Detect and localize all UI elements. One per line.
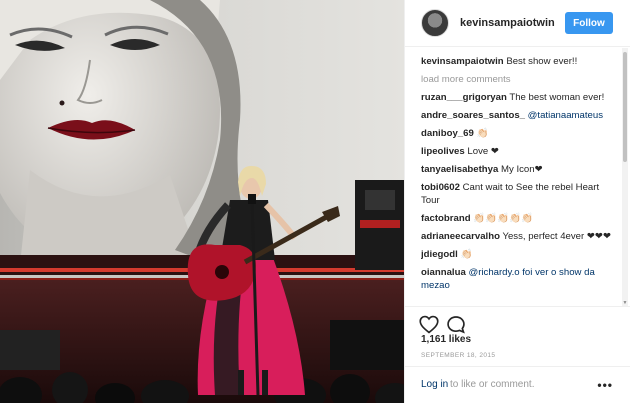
comment-item: ruzan___grigoryan The best woman ever! — [421, 91, 617, 104]
comment-text: 👏🏻👏🏻👏🏻👏🏻👏🏻 — [473, 213, 533, 224]
post-date: SEPTEMBER 18, 2015 — [421, 352, 496, 359]
comment-item: tanyaelisabethya My Icon❤ — [421, 163, 617, 176]
comment-item: factobrand 👏🏻👏🏻👏🏻👏🏻👏🏻 — [421, 212, 617, 225]
more-options-icon[interactable]: ••• — [597, 378, 613, 392]
comment-text: My Icon❤ — [501, 164, 543, 175]
comments-scrollbar[interactable] — [622, 48, 628, 306]
instagram-post: kevinsampaiotwin Follow kevinsampaiotwin… — [0, 0, 630, 403]
post-header: kevinsampaiotwin Follow — [405, 0, 630, 47]
avatar[interactable] — [421, 9, 449, 37]
comment-item: jdiegodl 👏🏻 — [421, 248, 617, 261]
comment-username[interactable]: lipeolives — [421, 146, 465, 157]
comments-list[interactable]: kevinsampaiotwin Best show ever!! load m… — [421, 55, 617, 302]
comment-username[interactable]: tanyaelisabethya — [421, 164, 498, 175]
heart-icon[interactable] — [419, 315, 441, 335]
load-more-comments-link[interactable]: load more comments — [421, 73, 617, 86]
login-link[interactable]: Log in — [421, 379, 448, 390]
comment-username[interactable]: oiannalua — [421, 267, 466, 278]
comment-username[interactable]: daniboy_69 — [421, 128, 474, 139]
concert-photo-illustration — [0, 0, 404, 403]
header-username[interactable]: kevinsampaiotwin — [460, 17, 555, 29]
comment-username[interactable]: adrianeecarvalho — [421, 231, 500, 242]
comment-item: tobi0602 Cant wait to See the rebel Hear… — [421, 181, 617, 207]
comment-text: Yess, perfect 4ever ❤❤❤ — [502, 231, 611, 242]
comment-text: Love ❤ — [467, 146, 499, 157]
post-actions: 1,161 likes SEPTEMBER 18, 2015 — [405, 306, 630, 364]
post-photo[interactable] — [0, 0, 404, 403]
login-prompt-text: to like or comment. — [450, 379, 535, 390]
comment-text[interactable]: @tatianaamateus — [528, 110, 603, 121]
comment-username[interactable]: andre_soares_santos_ — [421, 110, 525, 121]
speech-bubble-icon[interactable] — [446, 315, 468, 335]
comment-username[interactable]: jdiegodl — [421, 249, 458, 260]
likes-count[interactable]: 1,161 likes — [421, 334, 471, 345]
comment-username[interactable]: tobi0602 — [421, 182, 460, 193]
comment-text: The best woman ever! — [509, 92, 605, 103]
post-footer: Log in to like or comment. ••• — [405, 366, 630, 403]
comment-username[interactable]: ruzan___grigoryan — [421, 92, 507, 103]
post-sidebar: kevinsampaiotwin Follow kevinsampaiotwin… — [404, 0, 630, 403]
caption-username[interactable]: kevinsampaiotwin — [421, 56, 504, 67]
comment-item: andre_soares_santos_ @tatianaamateus — [421, 109, 617, 122]
comment-item: lipeolives Love ❤ — [421, 145, 617, 158]
scrollbar-thumb[interactable] — [623, 52, 627, 162]
follow-button[interactable]: Follow — [565, 12, 613, 34]
caption: kevinsampaiotwin Best show ever!! — [421, 55, 617, 68]
comment-item: daniboy_69 👏🏻 — [421, 127, 617, 140]
comment-item: adrianeecarvalho Yess, perfect 4ever ❤❤❤ — [421, 230, 617, 243]
comment-username[interactable]: factobrand — [421, 213, 471, 224]
caption-text: Best show ever!! — [506, 56, 578, 67]
comment-text: 👏🏻 — [460, 249, 473, 260]
comment-text: 👏🏻 — [476, 128, 489, 139]
comment-item: oiannalua @richardy.o foi ver o show da … — [421, 266, 617, 292]
